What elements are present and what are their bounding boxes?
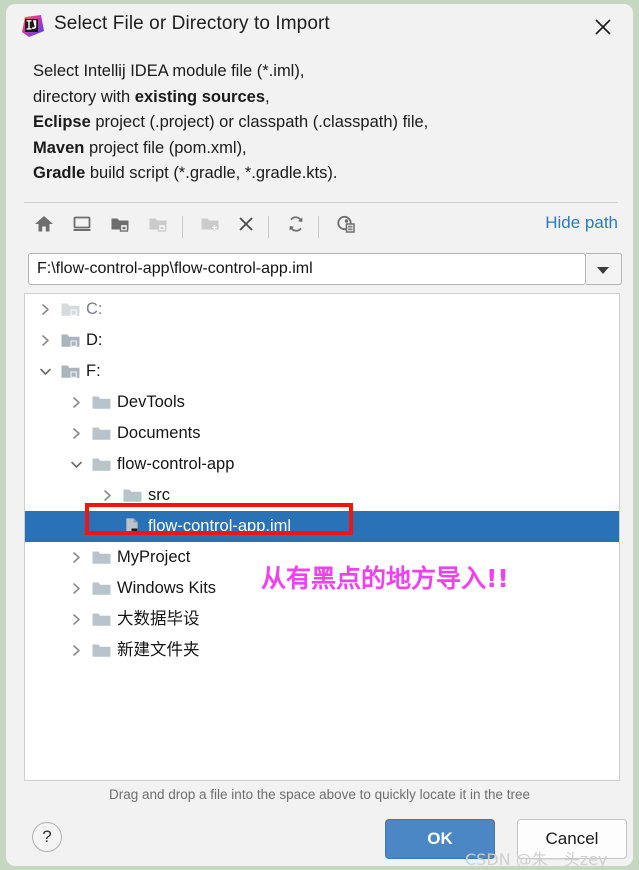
iml-file-icon <box>123 518 142 535</box>
drive-folder-icon <box>61 332 80 349</box>
chevron-right-icon[interactable] <box>101 489 114 502</box>
module-folder-icon <box>144 214 172 240</box>
path-input[interactable]: F:\flow-control-app\flow-control-app.iml <box>28 253 586 285</box>
description-line-3: Eclipse project (.project) or classpath … <box>33 110 613 136</box>
toolbar-divider <box>268 216 269 238</box>
tree-item-C[interactable]: C: <box>25 294 619 325</box>
description-block: Select Intellij IDEA module file (*.iml)… <box>33 59 613 187</box>
description-text: , <box>265 87 270 106</box>
tree-item-[interactable]: 大数据毕设 <box>25 604 619 635</box>
folder-icon <box>92 549 111 566</box>
chevron-right-icon[interactable] <box>70 427 83 440</box>
file-toolbar: Hide path <box>24 209 618 245</box>
description-emphasis: existing sources <box>134 87 266 106</box>
cancel-button[interactable]: Cancel <box>517 819 627 859</box>
folder-icon <box>123 487 142 504</box>
tree-item-label: MyProject <box>117 548 191 566</box>
description-line-2: directory with existing sources, <box>33 85 613 111</box>
tree-item-label: flow-control-app <box>117 455 235 473</box>
drive-folder-icon <box>61 301 80 318</box>
intellij-idea-logo-icon <box>22 15 44 37</box>
hide-path-link[interactable]: Hide path <box>545 213 618 233</box>
tree-item-label: D: <box>86 331 103 349</box>
description-line-5: Gradle build script (*.gradle, *.gradle.… <box>33 161 613 187</box>
new-folder-icon <box>196 214 224 240</box>
home-icon[interactable] <box>30 214 58 240</box>
chevron-right-icon[interactable] <box>70 644 83 657</box>
tree-item-flow-control-app[interactable]: flow-control-app <box>25 449 619 480</box>
description-line-1: Select Intellij IDEA module file (*.iml)… <box>33 59 613 85</box>
toolbar-divider <box>182 216 183 238</box>
drive-folder-icon <box>61 363 80 380</box>
chevron-right-icon[interactable] <box>70 551 83 564</box>
description-text: project file (pom.xml), <box>84 138 247 157</box>
close-icon[interactable] <box>591 15 615 39</box>
divider <box>24 202 618 203</box>
tree-item-label: Documents <box>117 424 201 442</box>
title-bar: Select File or Directory to Import <box>6 4 633 48</box>
description-text: build script (*.gradle, *.gradle.kts). <box>85 164 338 182</box>
tree-item-label: F: <box>86 362 101 380</box>
toolbar-divider <box>318 216 319 238</box>
tree-item-label: 新建文件夹 <box>117 641 200 659</box>
show-hidden-icon[interactable] <box>332 214 360 240</box>
chevron-right-icon[interactable] <box>39 303 52 316</box>
tree-item-label: src <box>148 486 170 504</box>
chevron-right-icon[interactable] <box>39 334 52 347</box>
drag-drop-hint: Drag and drop a file into the space abov… <box>108 787 530 802</box>
description-text: project (.project) or classpath (.classp… <box>90 113 429 131</box>
tree-item-src[interactable]: src <box>25 480 619 511</box>
chevron-right-icon[interactable] <box>70 613 83 626</box>
pink-note-annotation: 从有黑点的地方导入!! <box>261 564 509 593</box>
ok-button[interactable]: OK <box>385 819 495 859</box>
chevron-right-icon[interactable] <box>70 582 83 595</box>
description-emphasis: Eclipse <box>33 113 91 131</box>
chevron-down-icon[interactable] <box>586 253 622 285</box>
path-combo: F:\flow-control-app\flow-control-app.iml <box>28 253 622 285</box>
window-title: Select File or Directory to Import <box>54 13 330 34</box>
tree-item-label: Windows Kits <box>117 579 217 597</box>
folder-icon <box>92 394 111 411</box>
tree-item-[interactable]: 新建文件夹 <box>25 635 619 666</box>
delete-icon[interactable] <box>232 214 260 240</box>
tree-item-label: C: <box>86 300 103 318</box>
description-emphasis: Gradle <box>33 164 86 182</box>
directory-tree[interactable]: C: D: F: DevTools Documents flow-control-app s… <box>24 293 620 781</box>
folder-icon <box>92 642 111 659</box>
tree-item-D[interactable]: D: <box>25 325 619 356</box>
folder-icon <box>92 456 111 473</box>
description-text: Select Intellij IDEA module file (*.iml)… <box>33 62 305 80</box>
tree-item-F[interactable]: F: <box>25 356 619 387</box>
description-text: directory with <box>33 87 135 106</box>
tree-item-Documents[interactable]: Documents <box>25 418 619 449</box>
folder-icon <box>92 611 111 628</box>
project-folder-icon[interactable] <box>106 214 134 240</box>
folder-icon <box>92 425 111 442</box>
import-dialog: Select File or Directory to Import Selec… <box>6 4 633 866</box>
folder-icon <box>92 580 111 597</box>
description-line-4: Maven project file (pom.xml), <box>33 136 613 162</box>
tree-item-label: 大数据毕设 <box>117 610 200 628</box>
tree-item-flow-control-app.iml[interactable]: flow-control-app.iml <box>25 511 619 542</box>
description-emphasis: Maven <box>33 138 85 157</box>
chevron-right-icon[interactable] <box>70 396 83 409</box>
chevron-down-icon[interactable] <box>39 365 52 378</box>
desktop-icon[interactable] <box>68 214 96 240</box>
tree-item-label: DevTools <box>117 393 185 411</box>
refresh-icon[interactable] <box>282 214 310 240</box>
tree-item-label: flow-control-app.iml <box>148 517 292 535</box>
chevron-down-icon[interactable] <box>70 458 83 471</box>
help-button[interactable]: ? <box>32 822 62 852</box>
tree-item-DevTools[interactable]: DevTools <box>25 387 619 418</box>
